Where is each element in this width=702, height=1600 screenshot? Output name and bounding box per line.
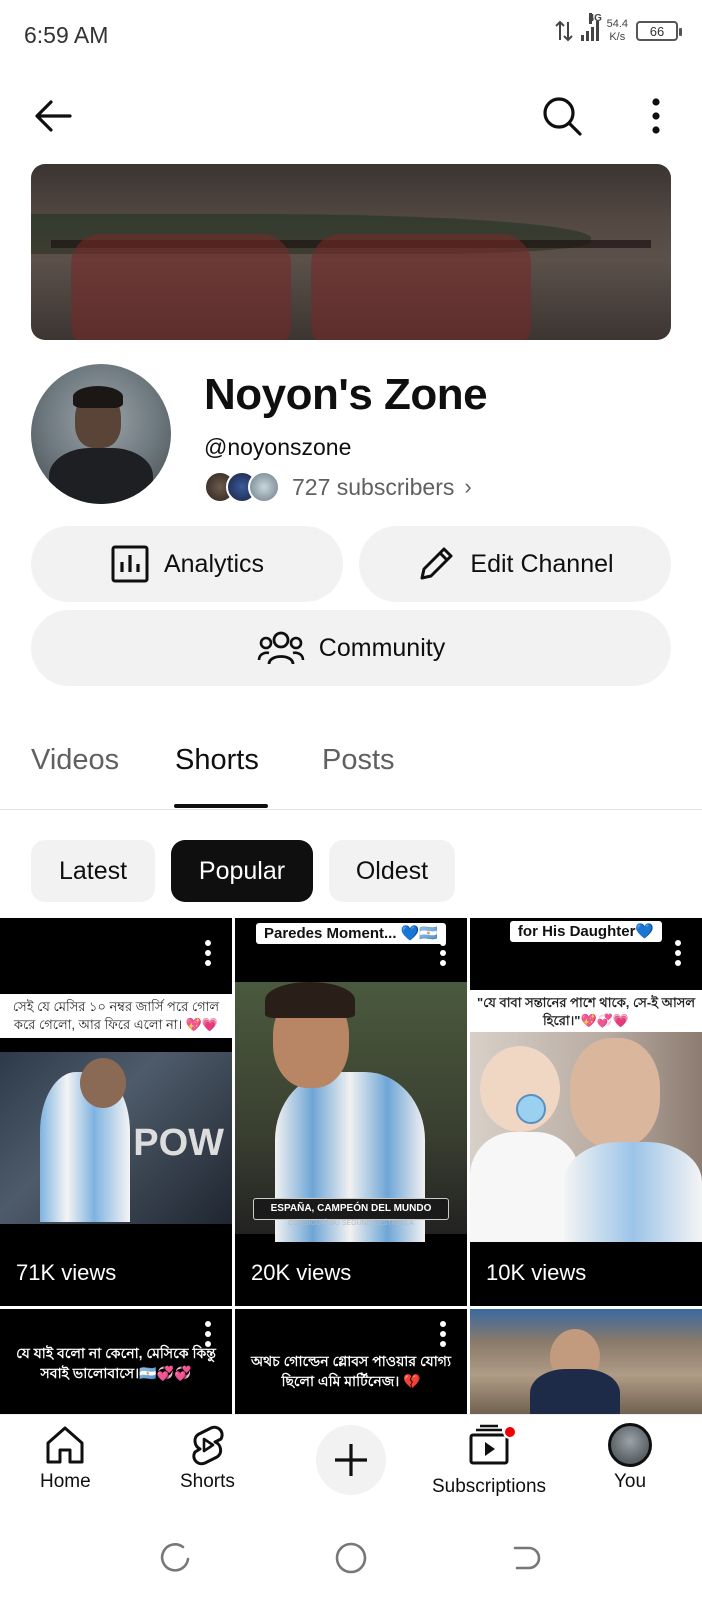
short-views: 20K views [251,1260,352,1285]
short-item[interactable]: যে যাই বলো না কেনো, মেসিকে কিন্তু সবাই ভ… [0,1309,232,1414]
battery-level: 66 [649,23,665,39]
short-caption: "যে বাবা সন্তানের পাশে থাকে, সে-ই আসল হি… [470,990,702,1034]
recent-apps-icon [160,1543,190,1572]
more-options-button[interactable] [630,90,682,142]
short-thumbnail [470,1032,702,1242]
subscriber-avatars [204,471,280,503]
create-button[interactable] [316,1425,386,1495]
chevron-right-icon: › [464,474,472,499]
banner-lens-left [71,234,291,340]
pencil-icon [420,547,453,580]
analytics-label: Analytics [163,549,265,578]
more-vertical-icon [440,940,446,966]
banner-lens-right [311,234,531,340]
net-speed: 54.4 K/s [606,18,628,43]
chip-latest[interactable]: Latest [31,840,155,902]
more-vertical-icon [652,98,660,134]
short-views: 10K views [486,1260,587,1285]
back-gesture-icon [513,1546,541,1570]
system-navigation-bar [0,1510,702,1600]
tab-shorts[interactable]: Shorts [175,744,259,777]
more-vertical-icon [440,1321,446,1347]
short-caption: সেই যে মেসির ১০ নম্বর জার্সি পরে গোল করে… [0,994,232,1038]
channel-banner[interactable] [31,164,671,340]
community-button[interactable]: Community [31,610,671,686]
subscriptions-icon-wrap [467,1423,518,1472]
nav-home[interactable]: Home [40,1423,91,1493]
short-more-button[interactable] [198,1319,218,1349]
chip-popular[interactable]: Popular [171,840,313,902]
subscribers-row[interactable]: 727 subscribers › [204,470,472,504]
short-caption: অথচ গোল্ডেন গ্লোবস পাওয়ার যোগ্য ছিলো এম… [250,1353,452,1389]
subscriber-avatar [248,471,280,503]
channel-tabs: Videos Shorts Posts [0,720,702,810]
circle-home-icon [335,1542,367,1574]
short-item[interactable]: সেই যে মেসির ১০ নম্বর জার্সি পরে গোল করে… [0,918,232,1306]
short-item[interactable]: অথচ গোল্ডেন গ্লোবস পাওয়ার যোগ্য ছিলো এম… [235,1309,467,1414]
search-icon [543,97,582,136]
shorts-grid: সেই যে মেসির ১০ নম্বর জার্সি পরে গোল করে… [0,918,702,1414]
home-icon [46,1426,84,1464]
back-button[interactable] [27,90,79,142]
battery-icon: 66 [636,21,682,41]
short-thumbnail: POW [0,1052,232,1224]
subscriber-count: 727 subscribers [292,473,455,500]
status-time: 6:59 AM [24,22,109,48]
shorts-icon [192,1425,224,1466]
signal-icon: 4G [580,13,602,41]
more-vertical-icon [205,1321,211,1347]
plus-icon [335,1444,367,1476]
data-transfer-icon [554,20,573,42]
nav-you[interactable]: You [608,1423,652,1493]
more-vertical-icon [675,940,681,966]
notification-dot [503,1425,518,1439]
network-type: 4G [588,13,602,24]
search-button[interactable] [536,90,588,142]
channel-handle: @noyonszone [204,434,352,460]
bottom-navigation: Home Shorts Subscriptions You [0,1414,702,1510]
people-icon [257,631,305,665]
chip-oldest[interactable]: Oldest [329,840,455,902]
avatar [608,1423,652,1467]
short-more-button[interactable] [668,938,688,968]
active-tab-indicator [174,804,268,808]
nav-subscriptions[interactable]: Subscriptions [432,1423,546,1498]
top-app-bar [0,82,702,154]
nav-shorts-label: Shorts [180,1471,235,1492]
short-thumbnail: ESPAÑA, CAMPEÓN DEL MUNDO CONSIGUIÓ SU S… [235,982,467,1242]
nav-you-label: You [613,1471,647,1492]
short-overlay-banner: ESPAÑA, CAMPEÓN DEL MUNDO [253,1198,449,1220]
short-caption: যে যাই বলো না কেনো, মেসিকে কিন্তু সবাই ভ… [16,1345,216,1381]
channel-name: Noyon's Zone [204,370,488,419]
nav-home-label: Home [40,1471,91,1492]
edit-channel-button[interactable]: Edit Channel [359,526,671,602]
recent-apps-button[interactable] [155,1538,195,1578]
status-bar: 6:59 AM 4G 54.4 K/s 66 [0,0,702,72]
more-vertical-icon [205,940,211,966]
edit-channel-label: Edit Channel [470,549,614,578]
short-item[interactable]: Paredes Moment... 💙🇦🇷 ESPAÑA, CAMPEÓN DE… [235,918,467,1306]
channel-avatar[interactable] [31,364,171,504]
tab-posts[interactable]: Posts [322,744,395,777]
nav-shorts[interactable]: Shorts [180,1423,235,1493]
tab-videos[interactable]: Videos [31,744,119,777]
analytics-button[interactable]: Analytics [31,526,343,602]
short-item[interactable]: for His Daughter💙 "যে বাবা সন্তানের পাশে… [470,918,702,1306]
short-overlay-subtext: CONSIGUIÓ SU SEGUNDA ESTRELLA [288,1220,414,1227]
community-label: Community [318,633,446,662]
short-more-button[interactable] [198,938,218,968]
status-indicators: 4G 54.4 K/s 66 [554,13,682,44]
short-more-button[interactable] [433,938,453,968]
home-system-button[interactable] [331,1538,371,1578]
short-more-button[interactable] [433,1319,453,1349]
short-views: 71K views [16,1260,117,1285]
arrow-left-icon [35,100,72,132]
analytics-icon [111,545,149,583]
short-item[interactable] [470,1309,702,1414]
back-system-button[interactable] [505,1538,545,1578]
nav-subscriptions-label: Subscriptions [432,1476,547,1497]
